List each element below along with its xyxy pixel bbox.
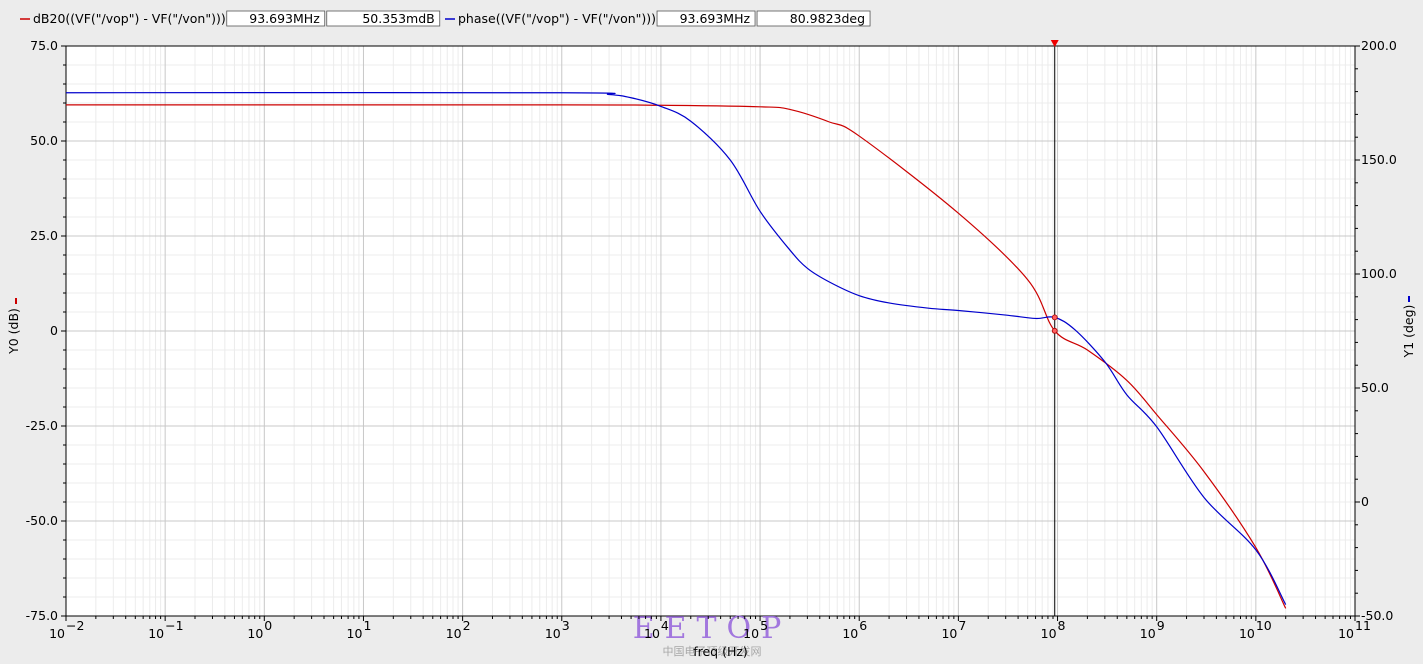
x-tick-label: 10 (1041, 626, 1057, 641)
x-axis-title: freq (Hz) (693, 644, 748, 659)
marker-y-readout: 80.9823deg (790, 11, 865, 26)
x-tick-exponent: 3 (562, 618, 570, 633)
x-tick-label: 10 (446, 626, 462, 641)
x-tick-exponent: 1 (363, 618, 371, 633)
x-tick-label: 10 (49, 626, 65, 641)
x-tick-exponent: 8 (1058, 618, 1066, 633)
y0-series-swatch (15, 298, 17, 304)
y1-tick-label: 0 (1361, 494, 1369, 509)
x-tick-label: 10 (1239, 626, 1255, 641)
x-tick-label: 10 (545, 626, 561, 641)
y0-tick-label: 0 (50, 323, 58, 338)
y0-axis-title: Y0 (dB) (6, 308, 21, 355)
x-tick-label: 10 (743, 626, 759, 641)
x-tick-label: 10 (148, 626, 164, 641)
y0-tick-label: -75.0 (26, 608, 58, 623)
x-tick-label: 10 (1338, 626, 1354, 641)
x-tick-exponent: 5 (760, 618, 768, 633)
x-tick-exponent: −2 (66, 618, 84, 633)
marker-point-phase (1051, 314, 1058, 321)
x-tick-label: 10 (842, 626, 858, 641)
x-tick-label: 10 (1140, 626, 1156, 641)
x-tick-exponent: 6 (859, 618, 867, 633)
x-tick-exponent: 9 (1157, 618, 1165, 633)
y1-tick-label: 50.0 (1361, 380, 1389, 395)
y0-tick-label: 75.0 (30, 38, 58, 53)
x-tick-exponent: 2 (463, 618, 471, 633)
marker-y-readout: 50.353mdB (362, 11, 434, 26)
y1-tick-label: 200.0 (1361, 38, 1397, 53)
y1-tick-label: -50.0 (1361, 608, 1393, 623)
legend-entry[interactable]: dB20((VF("/vop") - VF("/von"))) 93.693MHz… (20, 10, 441, 27)
y1-series-swatch (1408, 296, 1410, 302)
marker-x-readout: 93.693MHz (680, 11, 751, 26)
legend-entry[interactable]: phase((VF("/vop") - VF("/von"))) 93.693MH… (445, 10, 871, 27)
x-tick-label: 10 (644, 626, 660, 641)
marker-x-readout: 93.693MHz (249, 11, 320, 26)
legend-label: dB20((VF("/vop") - VF("/von"))) (33, 11, 226, 26)
waveform-window: EETOP 中国电子顶级开发网 10 −2 10 −1 10 0 10 1 10 2 10 3 10 4 10 5… (0, 0, 1423, 664)
chart: EETOP中国电子顶级开发网10−210−1100101102103104105… (6, 10, 1416, 659)
x-tick-label: 10 (247, 626, 263, 641)
y0-tick-label: -25.0 (26, 418, 58, 433)
x-tick-exponent: 10 (1256, 618, 1272, 633)
x-tick-exponent: 0 (264, 618, 272, 633)
x-tick-exponent: 7 (958, 618, 966, 633)
x-tick-exponent: −1 (165, 618, 183, 633)
y0-tick-label: 50.0 (30, 133, 58, 148)
y0-tick-label: 25.0 (30, 228, 58, 243)
y1-tick-label: 150.0 (1361, 152, 1397, 167)
marker-point-db20 (1051, 327, 1058, 334)
legend-label: phase((VF("/vop") - VF("/von"))) (458, 11, 656, 26)
y1-axis-title: Y1 (deg) (1401, 305, 1416, 359)
x-tick-label: 10 (941, 626, 957, 641)
y1-tick-label: 100.0 (1361, 266, 1397, 281)
x-tick-exponent: 4 (661, 618, 669, 633)
x-tick-label: 10 (347, 626, 363, 641)
y0-tick-label: -50.0 (26, 513, 58, 528)
